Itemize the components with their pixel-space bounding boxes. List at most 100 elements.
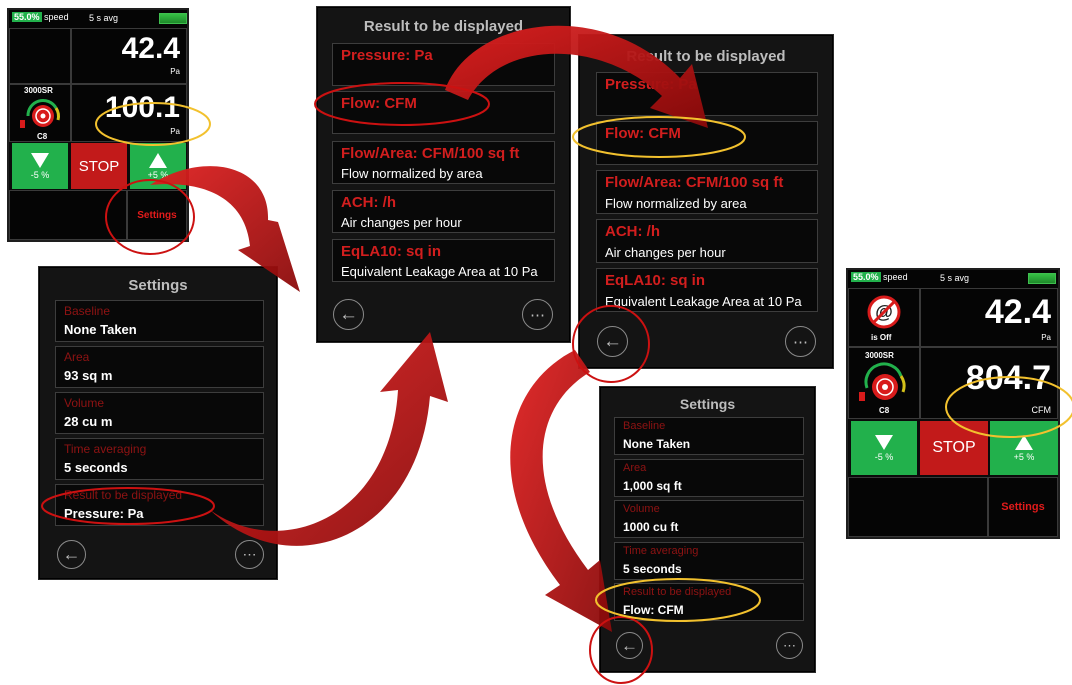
reading-top-value: 42.4 [121, 32, 180, 65]
at-off-icon: @ [867, 295, 901, 329]
decrease-speed-button[interactable]: -5 % [12, 143, 68, 189]
option-title: EqLA10: sq in [341, 243, 442, 260]
setting-time-averaging[interactable]: Time averaging 5 seconds [614, 542, 804, 580]
setting-value: 5 seconds [623, 562, 682, 576]
reading-bottom-value: 100.1 [104, 91, 180, 124]
decrease-speed-button[interactable]: -5 % [851, 421, 917, 475]
option-title: ACH: /h [341, 194, 396, 211]
fan-cell[interactable]: 3000SR C8 [9, 84, 71, 142]
back-arrow-icon: ← [62, 544, 81, 564]
setting-area[interactable]: Area 1,000 sq ft [614, 459, 804, 497]
more-button[interactable]: ⋯ [776, 632, 803, 659]
setting-baseline[interactable]: Baseline None Taken [55, 300, 264, 342]
panel-title: Result to be displayed [626, 48, 786, 65]
arrow-up-icon [1015, 434, 1033, 450]
back-button[interactable]: ← [616, 632, 643, 659]
option-ach[interactable]: ACH: /h Air changes per hour [332, 190, 555, 233]
option-description: Flow normalized by area [341, 166, 483, 181]
increase-speed-button[interactable]: +5 % [130, 143, 186, 189]
setting-volume[interactable]: Volume 1000 cu ft [614, 500, 804, 538]
status-bar: 55.0% speed 5 s avg [9, 10, 187, 28]
back-button[interactable]: ← [597, 326, 628, 357]
setting-volume[interactable]: Volume 28 cu m [55, 392, 264, 434]
back-button[interactable]: ← [57, 540, 86, 569]
setting-value: 1000 cu ft [623, 520, 679, 534]
more-icon: ⋯ [242, 546, 257, 562]
option-flow-area[interactable]: Flow/Area: CFM/100 sq ft Flow normalized… [332, 141, 555, 184]
empty-cell [9, 190, 127, 240]
setting-time-averaging[interactable]: Time averaging 5 seconds [55, 438, 264, 480]
option-eqla10[interactable]: EqLA10: sq in Equivalent Leakage Area at… [596, 268, 818, 312]
setting-value: 5 seconds [64, 460, 128, 475]
arrow-down-icon [31, 152, 49, 168]
speed-readout: 55.0% speed [851, 272, 908, 282]
option-pressure[interactable]: Pressure: Pa [596, 72, 818, 116]
setting-label: Result to be displayed [64, 488, 183, 502]
option-title: Pressure: Pa [341, 47, 433, 64]
settings-button[interactable]: Settings [127, 190, 187, 240]
arrow-down-icon [875, 434, 893, 450]
option-description: Air changes per hour [341, 215, 462, 230]
stop-label: STOP [932, 439, 976, 456]
setting-result-displayed[interactable]: Result to be displayed Flow: CFM [614, 583, 804, 621]
setting-value: None Taken [64, 322, 137, 337]
option-title: Flow/Area: CFM/100 sq ft [341, 145, 520, 162]
setting-label: Area [623, 462, 647, 474]
stop-button[interactable]: STOP [920, 421, 988, 475]
setting-label: Volume [64, 396, 105, 410]
reading-bottom-unit: Pa [170, 127, 180, 136]
back-arrow-icon: ← [603, 330, 622, 352]
more-button[interactable]: ⋯ [785, 326, 816, 357]
result-picker-panel-a: Result to be displayed Pressure: Pa Flow… [316, 6, 571, 343]
fan-icon [20, 98, 60, 128]
setting-area[interactable]: Area 93 sq m [55, 346, 264, 388]
setting-label: Area [64, 350, 90, 364]
fan-icon [859, 362, 906, 401]
increase-label: +5 % [1013, 451, 1035, 462]
option-pressure[interactable]: Pressure: Pa [332, 43, 555, 86]
back-arrow-icon: ← [339, 303, 358, 325]
battery-icon [159, 13, 187, 24]
reading-bottom-cell: 804.7 CFM [920, 347, 1058, 419]
option-flow[interactable]: Flow: CFM [596, 121, 818, 165]
option-title: ACH: /h [605, 223, 660, 240]
setting-baseline[interactable]: Baseline None Taken [614, 417, 804, 455]
panel-title: Result to be displayed [363, 18, 524, 35]
more-button[interactable]: ⋯ [522, 299, 553, 330]
averaging-label: 5 s avg [89, 13, 119, 23]
at-status: is Off [871, 333, 892, 342]
speed-percent: 55.0% [12, 12, 42, 22]
settings-button[interactable]: Settings [988, 477, 1058, 537]
stop-button[interactable]: STOP [71, 143, 127, 189]
setting-label: Result to be displayed [623, 586, 732, 598]
setting-value: 1,000 sq ft [623, 479, 682, 493]
option-ach[interactable]: ACH: /h Air changes per hour [596, 219, 818, 263]
option-title: Flow/Area: CFM/100 sq ft [605, 174, 784, 191]
reading-bottom-cell: 100.1 Pa [71, 84, 187, 142]
more-button[interactable]: ⋯ [235, 540, 264, 569]
settings-panel-metric: Settings Baseline None Taken Area 93 sq … [38, 266, 278, 580]
flow-arrow-4 [510, 350, 612, 632]
setting-value: 28 cu m [64, 414, 113, 429]
panel-title: Settings [128, 277, 188, 294]
setting-result-displayed[interactable]: Result to be displayed Pressure: Pa [55, 484, 264, 526]
option-flow-area[interactable]: Flow/Area: CFM/100 sq ft Flow normalized… [596, 170, 818, 214]
reading-bottom-value: 804.7 [965, 359, 1051, 397]
speed-label: speed [44, 12, 69, 22]
fan-cell[interactable]: 3000SR C8 [848, 347, 920, 419]
at-cell[interactable]: @ is Off [848, 288, 920, 347]
increase-speed-button[interactable]: +5 % [990, 421, 1058, 475]
status-bar: 55.0% speed 5 s avg [848, 270, 1058, 288]
option-flow[interactable]: Flow: CFM [332, 91, 555, 134]
option-eqla10[interactable]: EqLA10: sq in Equivalent Leakage Area at… [332, 239, 555, 282]
setting-label: Time averaging [623, 545, 699, 557]
setting-value: 93 sq m [64, 368, 113, 383]
decrease-label: -5 % [30, 169, 50, 180]
option-title: Flow: CFM [341, 95, 417, 112]
reading-top-unit: Pa [1041, 333, 1051, 342]
speed-readout: 55.0% speed [12, 12, 69, 22]
increase-label: +5 % [147, 169, 169, 180]
back-button[interactable]: ← [333, 299, 364, 330]
speed-label: speed [883, 272, 908, 282]
more-icon: ⋯ [530, 306, 545, 324]
